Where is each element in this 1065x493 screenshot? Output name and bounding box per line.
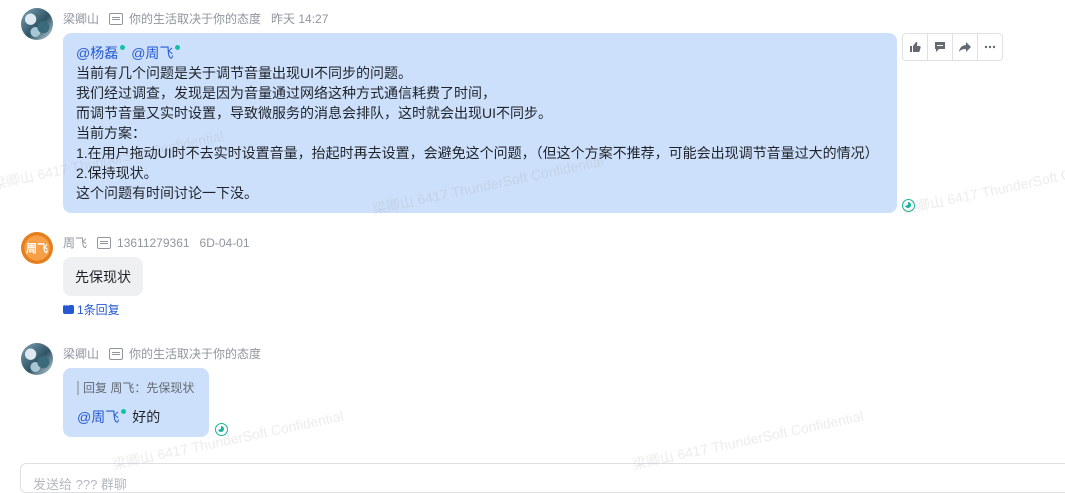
message-meta: 周飞 13611279361 6D-04-01	[63, 234, 250, 251]
message-time: 6D-04-01	[199, 235, 250, 250]
more-icon[interactable]	[978, 34, 1002, 60]
sender-name[interactable]: 周飞	[63, 234, 87, 251]
signature-icon	[109, 347, 124, 360]
online-dot	[120, 45, 126, 50]
thread-reply-link[interactable]: 1条回复	[63, 301, 120, 318]
signature-icon	[109, 12, 124, 25]
mention[interactable]: @杨磊	[76, 45, 118, 61]
message-input[interactable]: 发送给 ??? 群聊	[20, 463, 1065, 493]
avatar[interactable]	[21, 343, 53, 375]
message-line: 2.保持现状。	[76, 165, 158, 181]
message-line: 而调节音量又实时设置，导致微服务的消息会排队，这时就会出现UI不同步。	[76, 105, 552, 121]
message-line: @周飞 好的	[77, 407, 195, 427]
sender-name[interactable]: 梁卿山	[63, 345, 99, 362]
watermark: 梁卿山 6417 ThunderSoft Confidential	[900, 152, 1065, 218]
message-meta: 梁卿山 你的生活取决于你的态度 昨天 14:27	[63, 10, 328, 27]
quoted-reply[interactable]: 回复 周飞：先保现状	[77, 381, 195, 395]
message-bubble[interactable]: 回复 周飞：先保现状 @周飞 好的	[63, 368, 209, 437]
forward-icon[interactable]	[953, 34, 978, 60]
message-meta: 梁卿山 你的生活取决于你的态度	[63, 345, 261, 362]
sender-signature: 你的生活取决于你的态度	[129, 12, 262, 26]
comment-icon[interactable]	[928, 34, 953, 60]
input-placeholder: 发送给 ??? 群聊	[33, 477, 127, 492]
online-dot	[121, 409, 127, 414]
avatar[interactable]: 周飞	[21, 232, 53, 264]
avatar-label: 周飞	[21, 232, 53, 264]
mention-line: @杨磊 @周飞	[76, 43, 884, 63]
mention[interactable]: @周飞	[131, 45, 173, 61]
message-line: 我们经过调查，发现是因为音量通过网络这种方式通信耗费了时间，	[76, 85, 496, 101]
reply-icon	[63, 301, 74, 314]
message-bubble[interactable]: @杨磊 @周飞 当前有几个问题是关于调节音量出现UI不同步的问题。 我们经过调查，…	[63, 33, 897, 213]
message-line: 这个问题有时间讨论一下没。	[76, 185, 258, 201]
avatar[interactable]	[21, 8, 53, 40]
message-line: 当前方案：	[76, 125, 146, 141]
message-time: 昨天 14:27	[271, 12, 329, 26]
sender-signature: 13611279361	[117, 235, 190, 250]
signature-icon	[97, 236, 112, 249]
sender-signature: 你的生活取决于你的态度	[129, 347, 262, 361]
mention[interactable]: @周飞	[77, 409, 119, 425]
sender-name[interactable]: 梁卿山	[63, 10, 99, 27]
message-bubble[interactable]: 先保现状	[63, 257, 143, 296]
message-text: 先保现状	[75, 269, 131, 285]
online-dot	[175, 45, 181, 50]
message-toolbar	[902, 33, 1003, 61]
message-text: 好的	[132, 409, 161, 425]
message-line: 当前有几个问题是关于调节音量出现UI不同步的问题。	[76, 65, 412, 81]
read-status-icon[interactable]	[902, 199, 915, 212]
message-line: 1.在用户拖动UI时不去实时设置音量，抬起时再去设置，会避免这个问题，（但这个方…	[76, 145, 879, 161]
read-status-icon[interactable]	[215, 423, 228, 436]
reply-count[interactable]: 1条回复	[77, 301, 120, 318]
thumbs-up-icon[interactable]	[903, 34, 928, 60]
